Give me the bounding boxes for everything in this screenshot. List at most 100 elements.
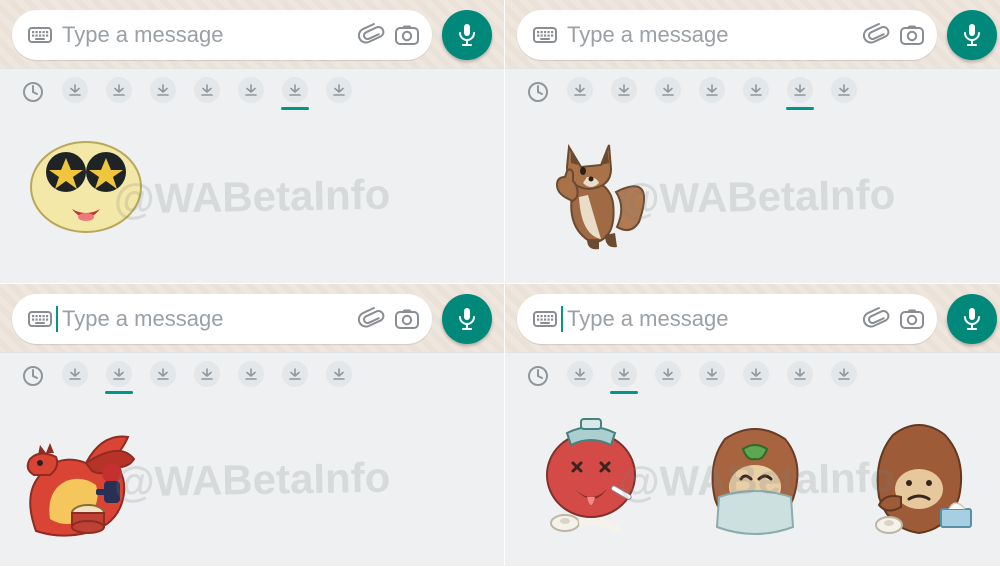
sticker-pack-tab[interactable] [607, 357, 641, 391]
message-input[interactable] [561, 306, 861, 332]
download-icon [655, 361, 681, 387]
sticker-star-eyes-face[interactable] [16, 117, 156, 257]
sticker-pack-tab[interactable] [278, 73, 312, 107]
sticker-pack-tabs [505, 353, 1000, 395]
download-icon [655, 77, 681, 103]
message-input[interactable] [56, 22, 356, 48]
sticker-pack-tab[interactable] [563, 357, 597, 391]
message-bar [517, 10, 937, 60]
sticker-grid[interactable]: @WABetaInfo [505, 395, 1000, 567]
sticker-sick-creature-3[interactable] [849, 401, 989, 541]
sticker-pack-tab[interactable] [827, 357, 861, 391]
sticker-pack-tab[interactable] [190, 73, 224, 107]
download-icon [787, 361, 813, 387]
keyboard-icon[interactable] [529, 19, 561, 51]
message-bar [517, 294, 937, 344]
camera-icon[interactable] [388, 16, 426, 54]
paperclip-icon[interactable] [356, 303, 388, 335]
sticker-pack-tab[interactable] [739, 73, 773, 107]
paperclip-icon[interactable] [356, 19, 388, 51]
download-icon [787, 77, 813, 103]
sticker-pack-tab[interactable] [102, 357, 136, 391]
recent-stickers-tab[interactable] [519, 357, 553, 391]
download-icon [326, 361, 352, 387]
mic-button[interactable] [442, 10, 492, 60]
download-icon [106, 77, 132, 103]
recent-stickers-tab[interactable] [519, 73, 553, 107]
sticker-grid[interactable]: @WABetaInfo [0, 395, 504, 567]
paperclip-icon[interactable] [861, 303, 893, 335]
sticker-pack-tab[interactable] [783, 73, 817, 107]
sticker-drawer: @WABetaInfo [0, 68, 504, 283]
sticker-pack-tab[interactable] [58, 357, 92, 391]
download-icon [62, 361, 88, 387]
download-icon [831, 77, 857, 103]
download-icon [743, 361, 769, 387]
clock-icon [524, 78, 548, 102]
sticker-sick-creature-1[interactable] [521, 401, 661, 541]
sticker-grid[interactable]: @WABetaInfo [505, 111, 1000, 283]
sticker-pack-tab[interactable] [278, 357, 312, 391]
download-icon [567, 361, 593, 387]
mic-button[interactable] [442, 294, 492, 344]
keyboard-icon[interactable] [529, 303, 561, 335]
sticker-pack-tab[interactable] [783, 357, 817, 391]
chat-pane: @WABetaInfo [0, 0, 505, 284]
download-icon [62, 77, 88, 103]
message-input[interactable] [56, 306, 356, 332]
sticker-pack-tab[interactable] [146, 357, 180, 391]
sticker-pack-tab[interactable] [563, 73, 597, 107]
recent-stickers-tab[interactable] [14, 73, 48, 107]
sticker-pack-tab[interactable] [651, 73, 685, 107]
download-icon [238, 361, 264, 387]
sticker-pack-tab[interactable] [322, 73, 356, 107]
sticker-pack-tab[interactable] [607, 73, 641, 107]
download-icon [567, 77, 593, 103]
clock-icon [19, 78, 43, 102]
sticker-pack-tab[interactable] [190, 357, 224, 391]
sticker-fox-thumbs-up[interactable] [521, 117, 661, 257]
download-icon [150, 77, 176, 103]
input-row [0, 284, 504, 352]
keyboard-icon[interactable] [24, 19, 56, 51]
sticker-pack-tab[interactable] [739, 357, 773, 391]
sticker-pack-tab[interactable] [234, 357, 268, 391]
camera-icon[interactable] [893, 300, 931, 338]
download-icon [743, 77, 769, 103]
sticker-pack-tab[interactable] [651, 357, 685, 391]
chat-pane: @WABetaInfo [505, 0, 1000, 284]
sticker-pack-tabs [0, 353, 504, 395]
input-row [505, 0, 1000, 68]
recent-stickers-tab[interactable] [14, 357, 48, 391]
paperclip-icon[interactable] [861, 19, 893, 51]
sticker-pack-tabs [0, 69, 504, 111]
sticker-pack-tab[interactable] [695, 357, 729, 391]
camera-icon[interactable] [388, 300, 426, 338]
download-icon [106, 361, 132, 387]
download-icon [238, 77, 264, 103]
sticker-pack-tab[interactable] [58, 73, 92, 107]
sticker-grid[interactable]: @WABetaInfo [0, 111, 504, 283]
keyboard-icon[interactable] [24, 303, 56, 335]
sticker-pack-tab[interactable] [102, 73, 136, 107]
chat-pane: @WABetaInfo [505, 284, 1000, 567]
mic-button[interactable] [947, 10, 997, 60]
message-bar [12, 294, 432, 344]
input-row [0, 0, 504, 68]
sticker-red-dragon-band[interactable] [16, 401, 156, 541]
sticker-pack-tab[interactable] [322, 357, 356, 391]
sticker-pack-tab[interactable] [234, 73, 268, 107]
sticker-pack-tab[interactable] [695, 73, 729, 107]
message-input[interactable] [561, 22, 861, 48]
camera-icon[interactable] [893, 16, 931, 54]
input-row [505, 284, 1000, 352]
download-icon [611, 77, 637, 103]
sticker-sick-creature-2[interactable] [685, 401, 825, 541]
download-icon [150, 361, 176, 387]
download-icon [326, 77, 352, 103]
mic-button[interactable] [947, 294, 997, 344]
download-icon [831, 361, 857, 387]
sticker-pack-tab[interactable] [827, 73, 861, 107]
sticker-pack-tab[interactable] [146, 73, 180, 107]
clock-icon [524, 362, 548, 386]
